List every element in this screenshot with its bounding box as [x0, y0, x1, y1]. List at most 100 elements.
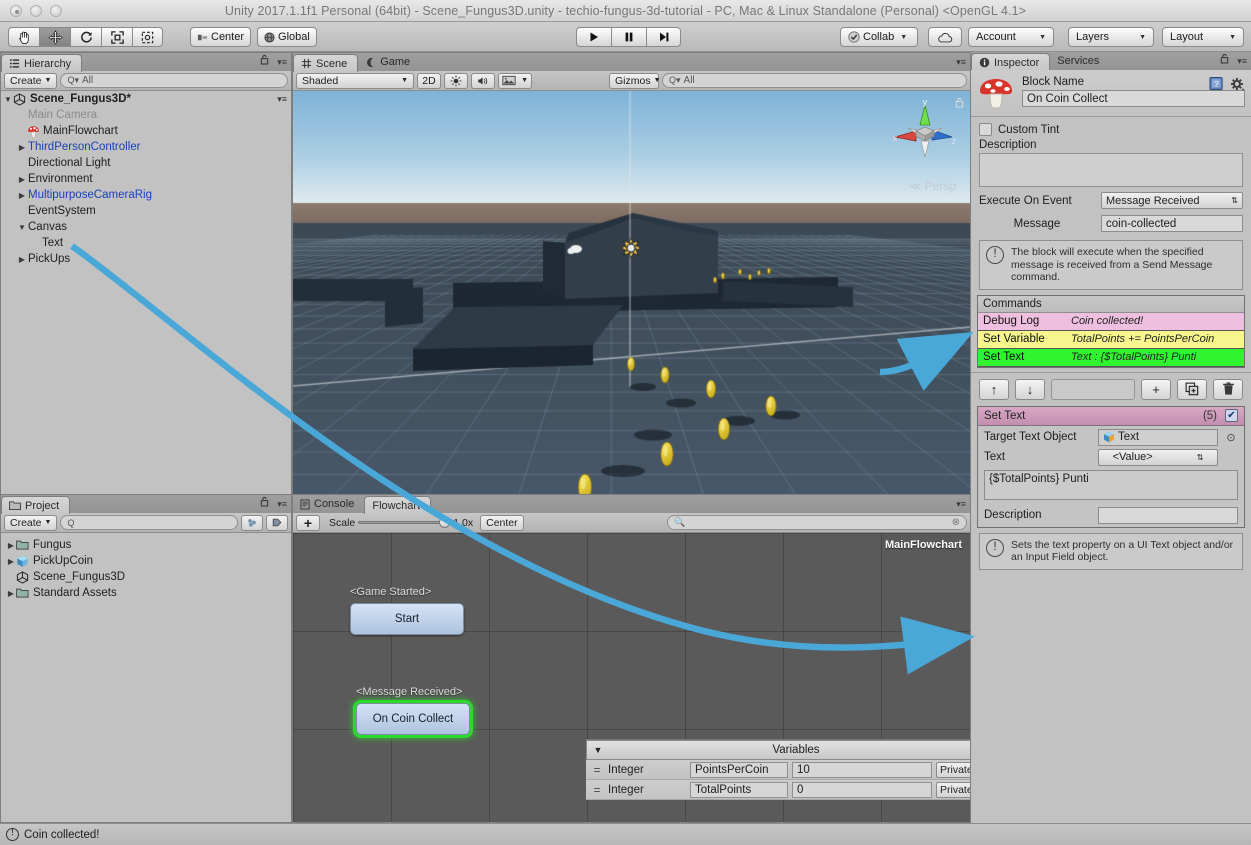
variable-name-input[interactable]: PointsPerCoin — [690, 761, 788, 778]
lock-icon[interactable] — [1220, 53, 1229, 67]
tab-scene[interactable]: Scene — [293, 54, 359, 72]
tab-hierarchy[interactable]: Hierarchy — [1, 54, 83, 72]
delete-command-button[interactable] — [1213, 378, 1243, 400]
command-description-input[interactable] — [1098, 506, 1238, 524]
cloud-group[interactable] — [928, 27, 962, 47]
filter-type-button[interactable] — [241, 514, 263, 531]
project-options-icon[interactable]: ▾≡ — [277, 499, 287, 510]
chevron-down-icon[interactable]: ▼ — [17, 223, 27, 232]
move-tool-button[interactable] — [39, 27, 70, 47]
custom-tint-row[interactable]: Custom Tint — [971, 117, 1251, 139]
scene-3d-render[interactable] — [293, 91, 970, 494]
chevron-right-icon[interactable]: ▶ — [17, 255, 27, 264]
pivot-rotation-button[interactable]: Global — [257, 27, 317, 47]
chevron-right-icon[interactable]: ▶ — [6, 589, 16, 598]
hierarchy-item-pickups[interactable]: ▶ PickUps — [1, 251, 291, 267]
hierarchy-item-mainflowchart[interactable]: ▶MainFlowchart — [1, 123, 291, 139]
hierarchy-item-thirdpersoncontroller[interactable]: ▶ ThirdPersonController — [1, 139, 291, 155]
duplicate-command-button[interactable] — [1177, 378, 1207, 400]
variable-drag-handle[interactable]: = — [590, 763, 604, 777]
collab-button[interactable]: Collab ▼ — [840, 27, 918, 47]
flowchart-add-block-button[interactable]: + — [296, 514, 320, 531]
target-text-object-field[interactable]: Text — [1098, 428, 1218, 446]
account-button[interactable]: Account ▼ — [968, 27, 1054, 47]
chevron-right-icon[interactable]: ▶ — [6, 541, 16, 550]
chevron-right-icon[interactable]: ▶ — [6, 557, 16, 566]
flowchart-center-button[interactable]: Center — [480, 514, 524, 531]
hierarchy-item-text[interactable]: ▶Text — [1, 235, 291, 251]
project-item-scene-fungus3d[interactable]: ▶Scene_Fungus3D — [1, 569, 291, 585]
text-value-input[interactable]: {$TotalPoints} Punti — [984, 469, 1238, 500]
gear-icon[interactable] — [1230, 77, 1245, 95]
pivot-controls[interactable]: Center Global — [190, 27, 317, 47]
lock-icon[interactable] — [260, 496, 269, 510]
variable-value-input[interactable]: 10 — [792, 761, 932, 778]
hierarchy-item-eventsystem[interactable]: ▶EventSystem — [1, 203, 291, 219]
transform-tools[interactable] — [8, 27, 163, 47]
execute-on-event-dropdown[interactable]: Message Received ⇅ — [1101, 192, 1243, 209]
rect-tool-button[interactable] — [132, 27, 163, 47]
lighting-toggle-button[interactable] — [444, 72, 468, 89]
playback-controls[interactable] — [576, 27, 681, 47]
toggle-2d-button[interactable]: 2D — [417, 72, 441, 89]
perspective-label[interactable]: ≪ Persp — [910, 179, 956, 193]
cloud-button[interactable] — [928, 27, 962, 47]
command-row-set-text[interactable]: Set Text Text : {$TotalPoints} Punti — [978, 348, 1244, 367]
text-mode-dropdown[interactable]: <Value> ⇅ — [1098, 448, 1218, 466]
account-group[interactable]: Account ▼ — [968, 27, 1054, 47]
selected-command-header[interactable]: Set Text (5) ✔ — [978, 406, 1244, 426]
gizmos-dropdown[interactable]: Gizmos ▼ — [609, 72, 661, 89]
project-search-input[interactable]: Q — [60, 515, 238, 530]
flowchart-search-input[interactable]: 🔍 ⊗ — [667, 515, 967, 530]
variable-drag-handle[interactable]: = — [590, 783, 604, 797]
chevron-right-icon[interactable]: ▶ — [17, 175, 27, 184]
move-command-up-button[interactable]: ↑ — [979, 378, 1009, 400]
variables-header[interactable]: ▼ Variables + — [586, 740, 1018, 760]
scene-options-icon[interactable]: ▾≡ — [956, 57, 966, 68]
flowchart-search-clear-icon[interactable]: ⊗ — [952, 517, 960, 528]
image-effects-button[interactable]: ▼ — [498, 72, 532, 89]
scale-slider-handle[interactable] — [439, 517, 451, 528]
chevron-down-icon[interactable]: ▼ — [3, 95, 13, 104]
command-row-set-variable[interactable]: Set Variable TotalPoints += PointsPerCoin — [978, 330, 1244, 349]
help-book-icon[interactable]: ? — [1209, 76, 1225, 95]
scene-orientation-gizmo[interactable]: y x z — [890, 99, 960, 169]
flowchart-options-icon[interactable]: ▾≡ — [956, 499, 966, 510]
scale-slider[interactable] — [358, 516, 451, 530]
project-create-button[interactable]: Create ▼ — [4, 514, 58, 531]
command-row-debug-log[interactable]: Debug Log Coin collected! — [978, 312, 1244, 331]
move-command-down-button[interactable]: ↓ — [1015, 378, 1045, 400]
layout-button[interactable]: Layout ▼ — [1162, 27, 1244, 47]
hierarchy-item-environment[interactable]: ▶ Environment — [1, 171, 291, 187]
hierarchy-options-icon[interactable]: ▾≡ — [277, 57, 287, 68]
hierarchy-create-button[interactable]: Create ▼ — [4, 72, 58, 89]
lock-icon[interactable] — [260, 54, 269, 68]
layout-group[interactable]: Layout ▼ — [1162, 27, 1244, 47]
scale-tool-button[interactable] — [101, 27, 132, 47]
pivot-mode-button[interactable]: Center — [190, 27, 252, 47]
hierarchy-item-multipurposecamerarig[interactable]: ▶ MultipurposeCameraRig — [1, 187, 291, 203]
scene-options-icon[interactable]: ▾≡ — [277, 94, 287, 105]
collab-group[interactable]: Collab ▼ — [840, 27, 918, 47]
hierarchy-item-directional-light[interactable]: ▶Directional Light — [1, 155, 291, 171]
pause-button[interactable] — [611, 27, 646, 47]
hierarchy-scene-root[interactable]: ▼ Scene_Fungus3D* ▾≡ — [1, 91, 291, 107]
filter-label-button[interactable] — [266, 514, 288, 531]
tab-services[interactable]: Services — [1050, 52, 1109, 70]
tab-flowchart[interactable]: Flowchart — [364, 496, 432, 514]
status-bar[interactable]: Coin collected! — [0, 823, 1251, 845]
variable-row[interactable]: =IntegerTotalPoints0Private⇅− — [586, 780, 1018, 800]
hierarchy-item-main-camera[interactable]: ▶Main Camera — [1, 107, 291, 123]
command-search-field[interactable] — [1051, 378, 1135, 400]
variable-name-input[interactable]: TotalPoints — [690, 781, 788, 798]
hand-tool-button[interactable] — [8, 27, 39, 47]
scene-viewport[interactable]: y x z ≪ Persp — [293, 91, 970, 494]
project-item-standard-assets[interactable]: ▶ Standard Assets — [1, 585, 291, 601]
object-picker-icon[interactable]: ⊙ — [1224, 431, 1238, 444]
project-item-fungus[interactable]: ▶ Fungus — [1, 537, 291, 553]
scene-search-input[interactable]: Q▾ All — [662, 73, 967, 88]
chevron-right-icon[interactable]: ▶ — [17, 191, 27, 200]
variable-row[interactable]: =IntegerPointsPerCoin10Private⇅− — [586, 760, 1018, 780]
tab-game[interactable]: Game — [358, 53, 420, 71]
description-input[interactable] — [979, 153, 1243, 187]
